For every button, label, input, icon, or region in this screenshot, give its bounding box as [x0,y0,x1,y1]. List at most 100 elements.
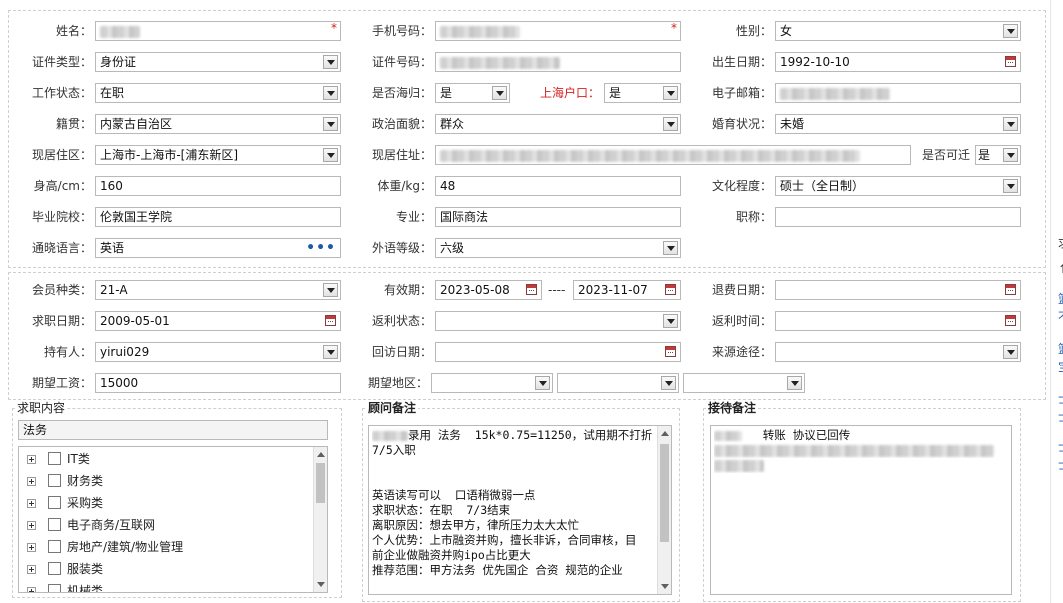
expand-plus-icon[interactable] [27,543,36,552]
refund-date-input[interactable] [775,280,1021,300]
rebate-time-input[interactable] [775,311,1021,331]
expand-plus-icon[interactable] [27,477,36,486]
scroll-up-arrow-icon[interactable] [661,431,669,436]
id-type-select[interactable]: 身份证 [95,52,341,72]
consultant-note-scrollbar[interactable] [657,426,671,594]
region-select-city[interactable] [557,373,679,393]
gender-select[interactable]: 女 [775,21,1021,41]
dropdown-arrow-icon[interactable] [1003,24,1018,38]
job-category-tree[interactable]: IT类 财务类 采购类 电子商务/互联网 房地产/建筑/物业管理 服装类 机械类 [18,446,328,593]
dropdown-arrow-icon[interactable] [323,117,338,131]
native-place-select[interactable]: 内蒙古自治区 [95,114,341,134]
dropdown-arrow-icon[interactable] [492,86,507,100]
scroll-thumb[interactable] [660,444,669,542]
school-input[interactable]: 伦敦国王学院 [95,207,341,227]
title-input[interactable] [775,207,1021,227]
birth-date-input[interactable]: 1992-10-10 [775,52,1021,72]
dropdown-arrow-icon[interactable] [663,86,678,100]
calendar-icon[interactable] [1005,315,1016,326]
expand-plus-icon[interactable] [27,521,36,530]
job-date-input[interactable]: 2009-05-01 [95,311,341,331]
expand-plus-icon[interactable] [27,455,36,464]
dropdown-arrow-icon[interactable] [323,148,338,162]
calendar-icon[interactable] [526,284,537,295]
dropdown-arrow-icon[interactable] [323,283,338,297]
checkbox[interactable] [48,496,61,509]
returnee-select[interactable]: 是 [435,83,510,103]
consultant-note-textarea[interactable]: 录用 法务 15k*0.75=11250，试用期不打折 7/5入职 英语读写可以… [368,425,672,595]
clipped-link[interactable]: 不 [1058,310,1063,324]
marital-select[interactable]: 未婚 [775,114,1021,134]
lang-level-select[interactable]: 六级 [435,238,681,258]
dropdown-arrow-icon[interactable] [323,55,338,69]
dropdown-arrow-icon[interactable] [323,345,338,359]
region-select-district[interactable] [683,373,805,393]
political-select[interactable]: 群众 [435,114,681,134]
member-type-select[interactable]: 21-A [95,280,341,300]
masked-note-text [714,444,994,457]
dropdown-arrow-icon[interactable] [1003,179,1018,193]
dropdown-arrow-icon[interactable] [1003,148,1018,162]
dropdown-arrow-icon[interactable] [787,376,802,390]
dropdown-arrow-icon[interactable] [323,86,338,100]
height-input[interactable]: 160 [95,176,341,196]
valid-to-input[interactable]: 2023-11-07 [573,280,681,300]
calendar-icon[interactable] [325,315,336,326]
id-number-input[interactable] [435,52,681,72]
scroll-up-arrow-icon[interactable] [317,452,325,457]
expand-plus-icon[interactable] [27,499,36,508]
name-input[interactable]: * [95,21,341,41]
education-select[interactable]: 硕士（全日制） [775,176,1021,196]
calendar-icon[interactable] [1005,56,1016,67]
clipped-link[interactable]: 宝 [1058,360,1063,374]
job-content-search[interactable]: 法务 [18,420,328,440]
dropdown-arrow-icon[interactable] [663,117,678,131]
region-select-province[interactable] [431,373,553,393]
weight-input[interactable]: 48 [435,176,681,196]
major-input[interactable]: 国际商法 [435,207,681,227]
rebate-status-select[interactable] [435,311,681,331]
work-status-select[interactable]: 在职 [95,83,341,103]
dropdown-arrow-icon[interactable] [663,241,678,255]
valid-from-input[interactable]: 2023-05-08 [435,280,542,300]
expand-plus-icon[interactable] [27,565,36,574]
clipped-link[interactable]: 士 [1058,410,1063,424]
tree-scrollbar[interactable] [313,447,327,592]
checkbox[interactable] [48,452,61,465]
calendar-icon[interactable] [665,284,676,295]
checkbox[interactable] [48,584,61,592]
residence-address-input[interactable] [435,145,911,165]
expand-plus-icon[interactable] [27,587,36,592]
dropdown-arrow-icon[interactable] [661,376,676,390]
clipped-link[interactable]: 篮 [1058,292,1063,306]
clipped-link[interactable]: 士 [1058,440,1063,454]
checkbox[interactable] [48,540,61,553]
scroll-thumb[interactable] [316,463,325,503]
source-select[interactable] [775,342,1021,362]
visit-date-input[interactable] [435,342,681,362]
relocate-select[interactable]: 是 [975,145,1021,165]
dropdown-arrow-icon[interactable] [1003,117,1018,131]
clipped-link[interactable]: 士 [1058,392,1063,406]
calendar-icon[interactable] [665,346,676,357]
checkbox[interactable] [48,474,61,487]
reception-note-textarea[interactable]: 转账 协议已回传 [710,425,1012,595]
salary-input[interactable]: 15000 [95,373,341,393]
more-options-icon[interactable]: ••• [306,240,336,256]
clipped-link[interactable]: 篮 [1058,342,1063,356]
clipped-link[interactable]: 士 [1058,458,1063,472]
calendar-icon[interactable] [1005,284,1016,295]
dropdown-arrow-icon[interactable] [535,376,550,390]
phone-input[interactable]: * [435,21,681,41]
email-input[interactable] [775,83,1021,103]
residence-area-select[interactable]: 上海市-上海市-[浦东新区] [95,145,341,165]
scroll-down-arrow-icon[interactable] [317,582,325,587]
shanghai-hukou-select[interactable]: 是 [604,83,681,103]
dropdown-arrow-icon[interactable] [1003,345,1018,359]
holder-select[interactable]: yirui029 [95,342,341,362]
dropdown-arrow-icon[interactable] [663,314,678,328]
checkbox[interactable] [48,562,61,575]
language-input[interactable]: 英语 ••• [95,238,341,258]
checkbox[interactable] [48,518,61,531]
scroll-down-arrow-icon[interactable] [661,584,669,589]
